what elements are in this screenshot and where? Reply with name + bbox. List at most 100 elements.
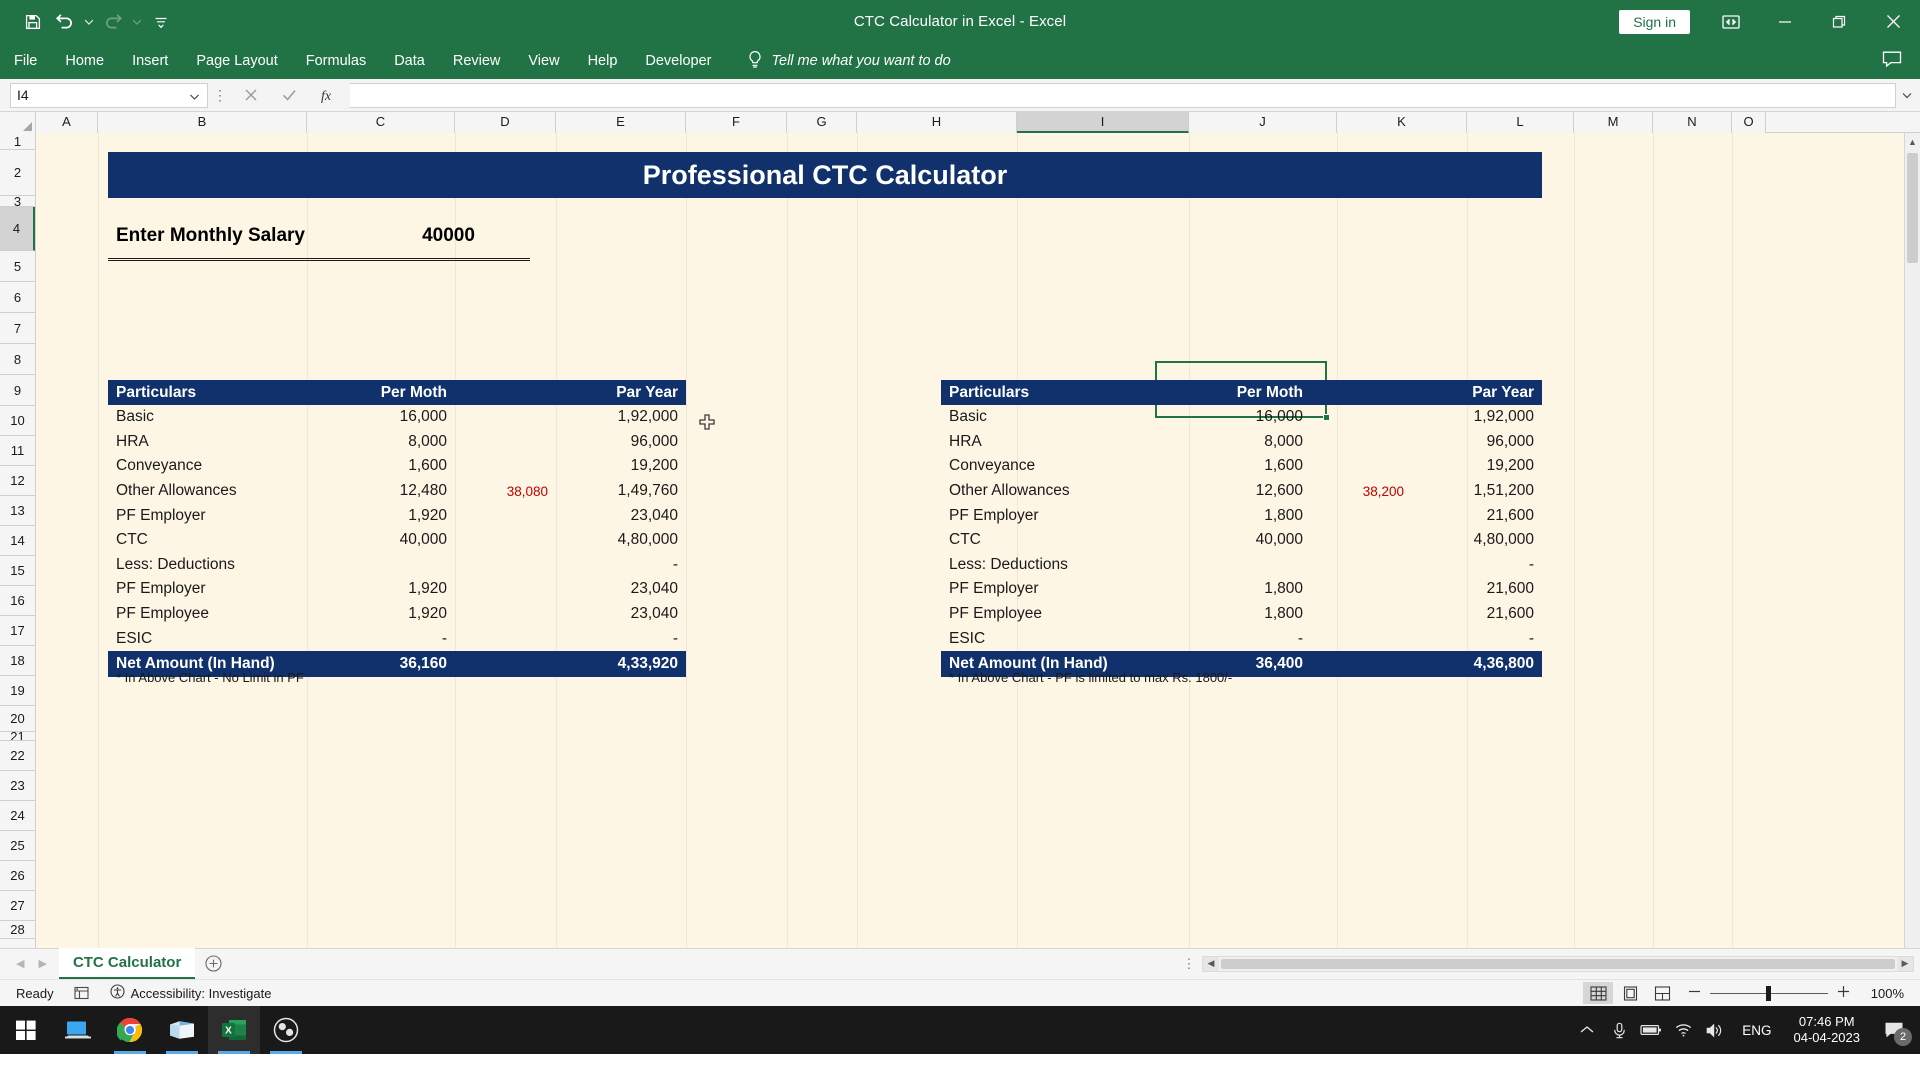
accessibility-status[interactable]: Accessibility: Investigate	[100, 980, 282, 1007]
column-header-h[interactable]: H	[857, 112, 1017, 133]
row-header-1[interactable]: 1	[0, 133, 35, 150]
ribbon-tab-page-layout[interactable]: Page Layout	[182, 43, 291, 79]
row-header-24[interactable]: 24	[0, 801, 35, 831]
save-icon[interactable]	[18, 7, 48, 37]
sign-in-button[interactable]: Sign in	[1619, 9, 1690, 34]
row-header-18[interactable]: 18	[0, 646, 35, 676]
sheet-canvas[interactable]: Professional CTC Calculator Enter Monthl…	[36, 133, 1920, 948]
column-header-i[interactable]: I	[1017, 112, 1189, 133]
row-header-20[interactable]: 20	[0, 706, 35, 732]
expand-formula-bar-icon[interactable]	[1898, 92, 1916, 99]
column-header-f[interactable]: F	[686, 112, 787, 133]
undo-icon[interactable]	[50, 7, 80, 37]
column-header-d[interactable]: D	[455, 112, 556, 133]
column-header-a[interactable]: A	[36, 112, 98, 133]
row-header-27[interactable]: 27	[0, 891, 35, 921]
zoom-in-icon[interactable]	[1837, 985, 1850, 1001]
zoom-slider-thumb[interactable]	[1766, 985, 1771, 1001]
ribbon-tab-review[interactable]: Review	[439, 43, 515, 79]
row-header-21[interactable]: 21	[0, 732, 35, 741]
column-header-b[interactable]: B	[98, 112, 307, 133]
row-header-14[interactable]: 14	[0, 526, 35, 556]
record-macro-icon[interactable]	[64, 980, 100, 1007]
salary-value[interactable]: 40000	[381, 225, 516, 247]
zoom-slider[interactable]	[1678, 985, 1860, 1001]
restore-icon[interactable]	[1812, 0, 1866, 43]
row-header-15[interactable]: 15	[0, 556, 35, 586]
clock[interactable]: 07:46 PM 04-04-2023	[1784, 1014, 1871, 1046]
row-header-2[interactable]: 2	[0, 150, 35, 196]
row-header-23[interactable]: 23	[0, 771, 35, 801]
ribbon-tab-view[interactable]: View	[514, 43, 573, 79]
ribbon-tab-help[interactable]: Help	[574, 43, 632, 79]
name-box[interactable]: I4	[10, 82, 208, 108]
chevron-up-icon[interactable]	[1572, 1006, 1602, 1054]
row-header-5[interactable]: 5	[0, 251, 35, 282]
row-header-12[interactable]: 12	[0, 466, 35, 496]
row-header-16[interactable]: 16	[0, 586, 35, 616]
horizontal-scrollbar[interactable]: ◀ ▶	[1202, 955, 1914, 972]
row-header-25[interactable]: 25	[0, 831, 35, 861]
windows-start-icon[interactable]	[0, 1006, 52, 1054]
column-header-j[interactable]: J	[1189, 112, 1337, 133]
ribbon-tab-home[interactable]: Home	[51, 43, 118, 79]
obs-icon[interactable]	[260, 1006, 312, 1054]
row-header-22[interactable]: 22	[0, 741, 35, 771]
cancel-icon[interactable]	[232, 83, 270, 108]
column-header-l[interactable]: L	[1467, 112, 1574, 133]
spreadsheet-grid[interactable]: A B C D E F G H I J K L M N O 1 2 3 4 5 …	[0, 112, 1920, 948]
row-header-13[interactable]: 13	[0, 496, 35, 526]
row-header-6[interactable]: 6	[0, 282, 35, 313]
zoom-slider-track[interactable]	[1710, 985, 1828, 1001]
select-all-corner[interactable]	[0, 112, 36, 133]
row-header-4[interactable]: 4	[0, 207, 35, 251]
formula-bar-menu-icon[interactable]: ⋮	[208, 88, 232, 102]
zoom-level-label[interactable]: 100%	[1860, 986, 1914, 1001]
ribbon-tab-formulas[interactable]: Formulas	[292, 43, 380, 79]
volume-icon[interactable]	[1700, 1006, 1730, 1054]
add-sheet-icon[interactable]	[195, 948, 231, 979]
customize-quick-access-toolbar-icon[interactable]	[146, 7, 176, 37]
page-layout-view-icon[interactable]	[1615, 982, 1645, 1004]
row-header-3[interactable]: 3	[0, 196, 35, 207]
file-explorer-icon[interactable]	[156, 1006, 208, 1054]
row-header-17[interactable]: 17	[0, 616, 35, 646]
ribbon-display-options-icon[interactable]	[1704, 0, 1758, 43]
column-header-n[interactable]: N	[1653, 112, 1732, 133]
vertical-scroll-thumb[interactable]	[1907, 153, 1918, 263]
scroll-options-icon[interactable]: ⋮	[1178, 957, 1200, 970]
column-header-k[interactable]: K	[1337, 112, 1467, 133]
previous-sheet-icon[interactable]: ◀	[16, 957, 24, 970]
redo-dropdown-icon[interactable]	[130, 7, 144, 37]
formula-input[interactable]	[350, 82, 1896, 108]
row-header-26[interactable]: 26	[0, 861, 35, 891]
tell-me-search[interactable]: Tell me what you want to do	[747, 50, 951, 72]
redo-icon[interactable]	[98, 7, 128, 37]
column-header-c[interactable]: C	[307, 112, 455, 133]
row-header-19[interactable]: 19	[0, 676, 35, 706]
scroll-right-icon[interactable]: ▶	[1897, 956, 1913, 971]
scroll-up-icon[interactable]: ▲	[1905, 133, 1920, 150]
excel-icon[interactable]: X	[208, 1006, 260, 1054]
sheet-tab-ctc-calculator[interactable]: CTC Calculator	[58, 948, 196, 979]
enter-icon[interactable]	[270, 83, 308, 108]
vertical-scrollbar[interactable]: ▲	[1904, 133, 1920, 948]
task-view-icon[interactable]	[52, 1006, 104, 1054]
normal-view-icon[interactable]	[1583, 982, 1613, 1004]
close-icon[interactable]	[1866, 0, 1920, 43]
next-sheet-icon[interactable]: ▶	[38, 957, 46, 970]
column-header-o[interactable]: O	[1732, 112, 1766, 133]
zoom-out-icon[interactable]	[1688, 985, 1701, 1001]
horizontal-scroll-thumb[interactable]	[1221, 958, 1895, 969]
column-header-g[interactable]: G	[787, 112, 857, 133]
ribbon-tab-insert[interactable]: Insert	[118, 43, 182, 79]
comments-icon[interactable]	[1882, 50, 1902, 72]
name-box-dropdown-icon[interactable]	[190, 87, 199, 103]
ribbon-tab-developer[interactable]: Developer	[631, 43, 725, 79]
undo-dropdown-icon[interactable]	[82, 7, 96, 37]
ribbon-tab-data[interactable]: Data	[380, 43, 439, 79]
row-header-7[interactable]: 7	[0, 313, 35, 344]
chrome-icon[interactable]	[104, 1006, 156, 1054]
row-header-28[interactable]: 28	[0, 921, 35, 939]
battery-icon[interactable]	[1636, 1006, 1666, 1054]
